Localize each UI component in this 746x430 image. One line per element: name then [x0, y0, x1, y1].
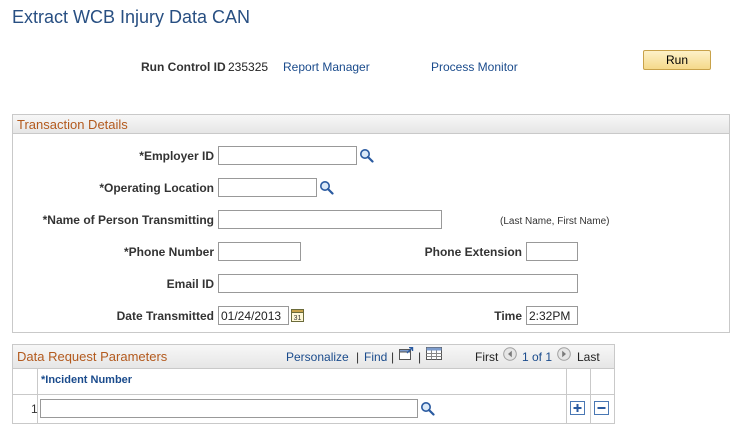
delete-row-button[interactable]	[594, 401, 609, 415]
person-transmitting-label: *Name of Person Transmitting	[42, 213, 214, 227]
operating-location-label: *Operating Location	[99, 181, 214, 195]
grid-toolbar-separator-3: |	[418, 350, 422, 364]
first-label[interactable]: First	[475, 350, 498, 364]
employer-id-label: *Employer ID	[139, 149, 214, 163]
employer-id-input[interactable]	[218, 146, 357, 165]
date-transmitted-label: Date Transmitted	[116, 309, 214, 323]
incident-number-column-header[interactable]: *Incident Number	[41, 374, 132, 386]
spreadsheet-icon[interactable]	[426, 347, 442, 360]
row-number: 1	[31, 402, 38, 416]
run-control-value: 235325	[228, 60, 269, 74]
calendar-icon[interactable]: 31	[291, 308, 304, 322]
phone-number-input[interactable]	[218, 242, 301, 261]
run-button[interactable]: Run	[643, 50, 711, 70]
svg-text:31: 31	[294, 315, 302, 322]
phone-number-label: *Phone Number	[123, 245, 214, 259]
transaction-details-header: Transaction Details	[13, 115, 729, 134]
email-id-label: Email ID	[166, 277, 214, 291]
run-control-label: Run Control ID	[141, 60, 226, 74]
add-row-button[interactable]	[570, 401, 585, 415]
employer-id-lookup-icon[interactable]	[359, 148, 374, 163]
new-window-icon[interactable]	[399, 347, 414, 360]
operating-location-input[interactable]	[218, 178, 317, 197]
incident-number-lookup-icon[interactable]	[420, 401, 435, 416]
page-title: Extract WCB Injury Data CAN	[12, 7, 251, 27]
plus-icon	[573, 404, 582, 412]
email-id-input[interactable]	[218, 274, 578, 293]
date-transmitted-input[interactable]	[218, 306, 289, 325]
left-arrow-icon[interactable]	[503, 347, 517, 361]
person-name-format-note: (Last Name, First Name)	[500, 216, 610, 227]
time-input[interactable]	[526, 306, 578, 325]
right-arrow-icon[interactable]	[557, 347, 571, 361]
report-manager-link[interactable]: Report Manager	[283, 60, 370, 74]
person-transmitting-input[interactable]	[218, 210, 442, 229]
phone-extension-input[interactable]	[526, 242, 578, 261]
grid-toolbar-separator-2: |	[391, 350, 395, 364]
personalize-link[interactable]: Personalize	[286, 350, 349, 364]
last-label[interactable]: Last	[577, 350, 600, 364]
minus-icon	[597, 407, 606, 409]
time-label: Time	[494, 309, 522, 323]
phone-extension-label: Phone Extension	[424, 245, 522, 259]
find-link[interactable]: Find	[364, 350, 387, 364]
process-monitor-link[interactable]: Process Monitor	[431, 60, 518, 74]
incident-number-input[interactable]	[40, 399, 418, 418]
grid-toolbar-separator: |	[356, 350, 360, 364]
operating-location-lookup-icon[interactable]	[319, 180, 334, 195]
row-range: 1 of 1	[522, 350, 553, 364]
